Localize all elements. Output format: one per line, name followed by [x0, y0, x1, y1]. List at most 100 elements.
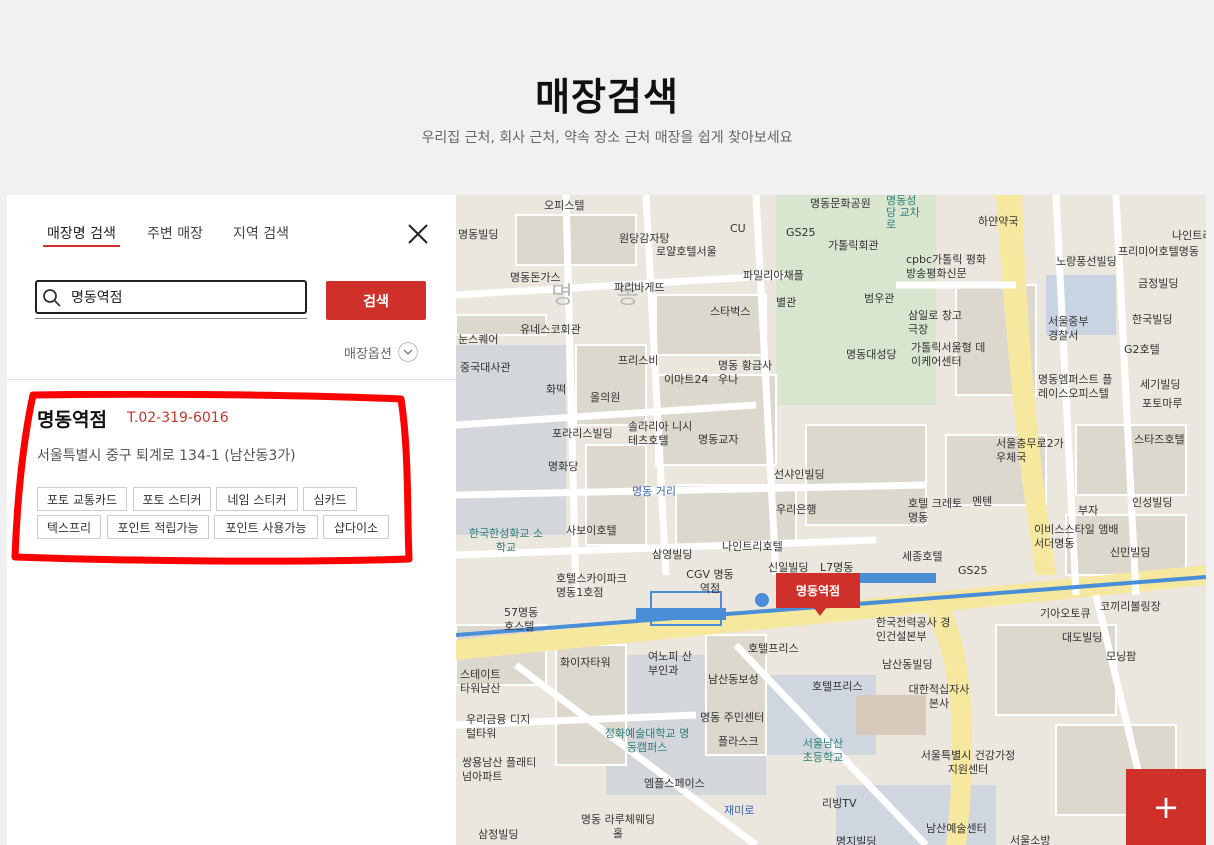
map-label: 명동 라루체웨딩홀 [580, 813, 656, 840]
search-button[interactable]: 검색 [326, 281, 426, 320]
map-label: 파리바게뜨 [614, 281, 665, 294]
map-label: 호텔프리스 [812, 680, 863, 693]
map-label: 프리스비 [618, 354, 659, 367]
map-label: 엠플스페이스 [644, 777, 705, 790]
map-label: 스타벅스 [710, 305, 751, 318]
map-label: 오피스텔 [544, 199, 585, 212]
map-label: 인성빌딩 [1132, 496, 1173, 509]
map-label: 대한적십자사 본사 [908, 683, 970, 710]
map-label: 눈스퀘어 [458, 333, 499, 346]
map-label: 서울소방 [1010, 834, 1051, 845]
map-label: 우리은행 [776, 503, 817, 516]
map-label: 화떡 [546, 383, 567, 396]
map-label: 여노피 산부인과 [648, 650, 692, 677]
page-subtitle: 우리집 근처, 회사 근처, 약속 장소 근처 매장을 쉽게 찾아보세요 [421, 130, 793, 146]
map-label: 서울특별시 건강가정지원센터 [920, 749, 1016, 776]
search-input[interactable] [71, 285, 296, 309]
map-label: 남산동보성 [708, 673, 759, 686]
map-label: 우리금융 디지털타워 [466, 713, 531, 740]
divider [7, 379, 456, 380]
map-label: 세종호텔 [902, 550, 943, 563]
search-box [35, 280, 307, 314]
zoom-in-button[interactable]: + [1126, 769, 1206, 845]
map-label: 신민빌딩 [1110, 546, 1151, 559]
map-label: 별관 [776, 296, 797, 309]
store-marker[interactable]: 명동역점 [776, 573, 860, 616]
map-label: 포토마루 [1142, 397, 1183, 410]
chevron-down-icon [397, 342, 418, 362]
map-label: 멘텐 [972, 495, 993, 508]
map-label: 명동교자 [698, 433, 739, 446]
map-label: 플라스크 [718, 735, 759, 748]
map-label: 남산예술센터 [926, 822, 987, 835]
store-options-toggle[interactable]: 매장옵션 [344, 342, 418, 362]
map-label: 명화당 [548, 460, 579, 473]
map-label: 프리미어호텔명동 [1118, 245, 1199, 258]
map-label: CU [730, 222, 746, 235]
map-label: 서울남산 초등학교 [802, 737, 844, 764]
map-label: 모닝팜 [1106, 650, 1137, 663]
map-label: 로얄호텔서울 [656, 245, 717, 258]
map-label: 화이자타워 [560, 656, 611, 669]
map-label: 한국한성화교 소학교 [468, 527, 544, 554]
search-panel: 매장명 검색 주변 매장 지역 검색 검색 매장옵션 명동역점 T.02-319… [7, 195, 456, 845]
map-label: 명동 황금사우나 [718, 359, 773, 386]
tab-region[interactable]: 지역 검색 [233, 223, 289, 243]
map-label: 명동대성당 [846, 348, 897, 361]
map-label: 남산동빌딩 [882, 658, 933, 671]
map-label: 명동 주민센터 [700, 711, 765, 724]
map-label: 중국대사관 [460, 361, 511, 374]
map-label: 재미로 [724, 804, 755, 817]
plus-icon: + [1152, 788, 1180, 826]
map-label: 명동문화공원 [810, 197, 871, 210]
tab-store-name[interactable]: 매장명 검색 [43, 223, 120, 247]
tab-nearby[interactable]: 주변 매장 [147, 223, 203, 243]
store-options-label: 매장옵션 [344, 346, 392, 362]
map-label: 사보이호텔 [566, 524, 617, 537]
map-label: 나인트리 [1172, 229, 1206, 242]
map-label: 세기빌딩 [1140, 378, 1181, 391]
map-label: 대도빌딩 [1062, 631, 1103, 644]
map-label: 노량풍선빌딩 [1056, 255, 1117, 268]
map-label: 하얀약국 [978, 215, 1019, 228]
map-label: 이마트24 [664, 373, 709, 386]
map-label: CGV 명동역점 [686, 568, 734, 595]
map-label: 57명동 호스텔 [504, 606, 539, 633]
map-label: 솔라리아 니시테츠호텔 [628, 420, 693, 447]
map-label: 명동빌딩 [458, 228, 499, 241]
map-label: 호텔 크레토명동 [908, 497, 963, 524]
map-label: 한국전력공사 경인건설본부 [876, 616, 951, 643]
map-label: 부자 [1078, 504, 1099, 517]
map-label: GS25 [958, 564, 988, 577]
map-label: GS25 [786, 226, 816, 239]
map-label: G2호텔 [1124, 343, 1160, 356]
map-label: 범우관 [864, 292, 895, 305]
map-label: 기아오토큐 [1040, 607, 1091, 620]
map-label: 명지빌딩 [836, 835, 877, 845]
search-underline [35, 318, 307, 319]
map-label: 가톨릭서울형 데이케어센터 [911, 341, 986, 368]
map-label: 삼정빌딩 [478, 828, 519, 841]
close-icon[interactable] [407, 223, 429, 245]
map-label: 나인트리호텔 [722, 540, 783, 553]
map-label: 리빙TV [822, 797, 857, 810]
map-label: 선샤인빌딩 [774, 468, 825, 481]
map-label: 이비스스타일 앰배서더명동 [1034, 523, 1119, 550]
map-label: 명동성당 교차로 [886, 195, 920, 231]
map-label: 명동돈가스 [510, 271, 561, 284]
map-label: 유네스코회관 [520, 323, 581, 336]
map-label: 호텔프리스 [748, 642, 799, 655]
highlight-annotation [11, 391, 413, 565]
map-label: 포라리스빌딩 [552, 427, 613, 440]
store-map[interactable]: 명 동 오피스텔 CU GS25 명동빌딩 원당감자탕 명동문화공원 명동성당 … [456, 195, 1206, 845]
map-label: 삼일로 창고극장 [908, 309, 963, 336]
map-label: 정화예술대학교 명동캠퍼스 [604, 727, 690, 754]
map-label: 삼영빌딩 [652, 548, 693, 561]
map-label: 서울중부 경찰서 [1048, 315, 1089, 342]
map-label: 파밀리아채플 [743, 269, 804, 282]
map-label: 쌍용남산 플래티넘아파트 [462, 756, 537, 783]
map-label: 호텔스카이파크 명동1호점 [556, 572, 627, 599]
search-icon [43, 289, 61, 307]
page-title: 매장검색 [535, 75, 679, 119]
map-label: 명동 거리 [632, 485, 676, 498]
